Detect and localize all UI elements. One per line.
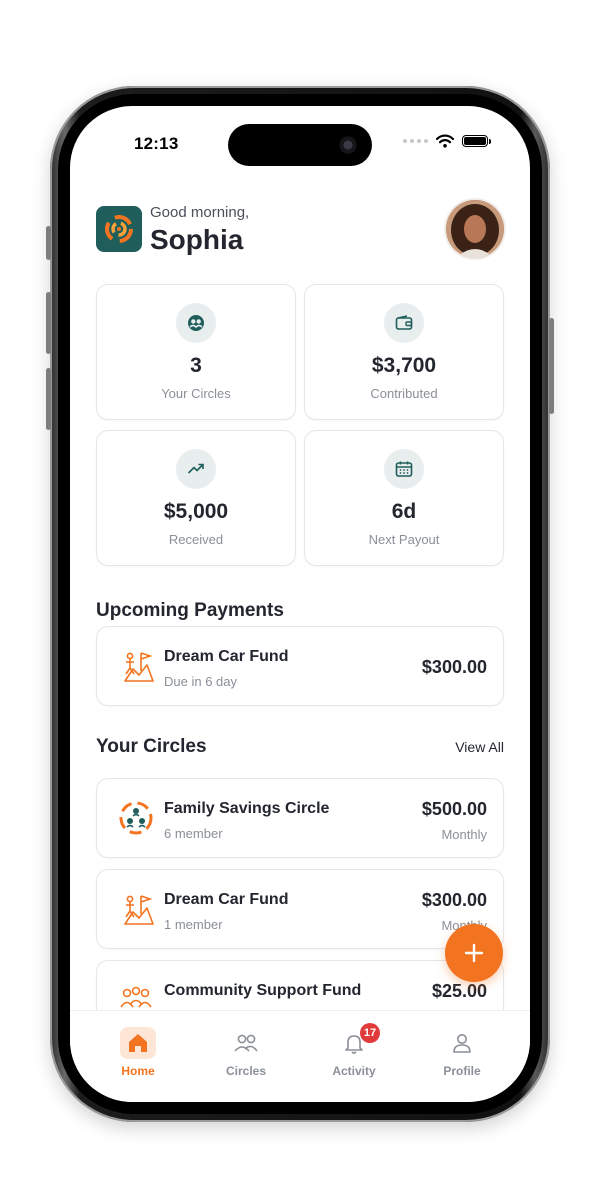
stat-label: Next Payout: [368, 532, 440, 547]
flag-climber-icon: [124, 895, 154, 925]
view-all-link[interactable]: View All: [455, 739, 504, 755]
stat-card-contributed[interactable]: $3,700 Contributed: [304, 284, 504, 420]
circle-amount: $500.00: [421, 799, 487, 819]
tab-label: Home: [121, 1064, 155, 1078]
payment-due: Due in 6 day: [164, 674, 237, 689]
circle-network-icon: [119, 801, 153, 835]
tab-circles[interactable]: Circles: [196, 1011, 296, 1102]
action-button: [46, 226, 51, 260]
stat-card-circles[interactable]: 3 Your Circles: [96, 284, 296, 420]
greeting-text: Good morning,: [150, 204, 250, 221]
camera-icon: [338, 135, 358, 155]
stats-grid: 3 Your Circles $3,700 Contributed $5,000…: [96, 284, 504, 566]
app-screen: 12:13 Good morning, Sophia 3 Your Circle…: [70, 106, 530, 1102]
circle-frequency: Monthly: [441, 827, 487, 842]
tab-home[interactable]: Home: [88, 1011, 188, 1102]
stat-card-next-payout[interactable]: 6d Next Payout: [304, 430, 504, 566]
person-icon: [444, 1027, 480, 1059]
user-name: Sophia: [150, 224, 244, 255]
tab-profile[interactable]: Profile: [412, 1011, 512, 1102]
calendar-icon: [384, 449, 424, 489]
payment-name: Dream Car Fund: [164, 648, 289, 665]
stat-label: Received: [168, 532, 224, 547]
plus-icon: [464, 943, 484, 963]
tab-label: Profile: [443, 1064, 481, 1078]
stat-value: $3,700: [371, 354, 437, 377]
wifi-icon: [436, 134, 454, 148]
battery-icon: [462, 135, 491, 147]
group-icon: [176, 303, 216, 343]
stat-value: $5,000: [163, 500, 229, 523]
tab-label: Circles: [225, 1064, 267, 1078]
flag-climber-icon: [124, 652, 154, 682]
cellular-signal-icon: [403, 139, 428, 143]
circle-name: Community Support Fund: [164, 982, 362, 999]
your-circles-title: Your Circles: [96, 736, 207, 757]
stat-label: Contributed: [370, 386, 438, 401]
notification-badge: 17: [360, 1023, 380, 1043]
circle-row[interactable]: Family Savings Circle 6 member $500.00 M…: [96, 778, 504, 858]
stat-value: 6d: [391, 500, 417, 523]
app-logo: [96, 206, 142, 252]
circle-name: Family Savings Circle: [164, 800, 330, 817]
add-circle-button[interactable]: [445, 924, 503, 982]
circle-members: 6 member: [164, 826, 223, 841]
home-header: Good morning, Sophia: [96, 200, 504, 266]
status-icons: [403, 134, 491, 148]
circle-members: 1 member: [164, 917, 223, 932]
home-icon: [120, 1027, 156, 1059]
stat-card-received[interactable]: $5,000 Received: [96, 430, 296, 566]
power-button: [549, 318, 554, 414]
volume-up-button: [46, 292, 51, 354]
payment-amount: $300.00: [421, 657, 487, 677]
circle-amount: $25.00: [431, 981, 487, 1001]
dynamic-island: [228, 124, 372, 166]
payment-row[interactable]: Dream Car Fund Due in 6 day $300.00: [96, 626, 504, 706]
bottom-tab-bar: Home Circles 17 Activity Profile: [70, 1010, 530, 1102]
users-icon: [228, 1027, 264, 1059]
circle-row[interactable]: Dream Car Fund 1 member $300.00 Monthly: [96, 869, 504, 949]
stat-value: 3: [190, 354, 202, 377]
wallet-icon: [384, 303, 424, 343]
stat-label: Your Circles: [161, 386, 231, 401]
tab-activity[interactable]: 17 Activity: [304, 1011, 404, 1102]
circle-name: Dream Car Fund: [164, 891, 289, 908]
status-time: 12:13: [134, 134, 179, 153]
tab-label: Activity: [332, 1064, 376, 1078]
upcoming-payments-title: Upcoming Payments: [96, 600, 284, 621]
circle-amount: $300.00: [421, 890, 487, 910]
trend-up-icon: [176, 449, 216, 489]
volume-down-button: [46, 368, 51, 430]
avatar[interactable]: [446, 200, 504, 258]
